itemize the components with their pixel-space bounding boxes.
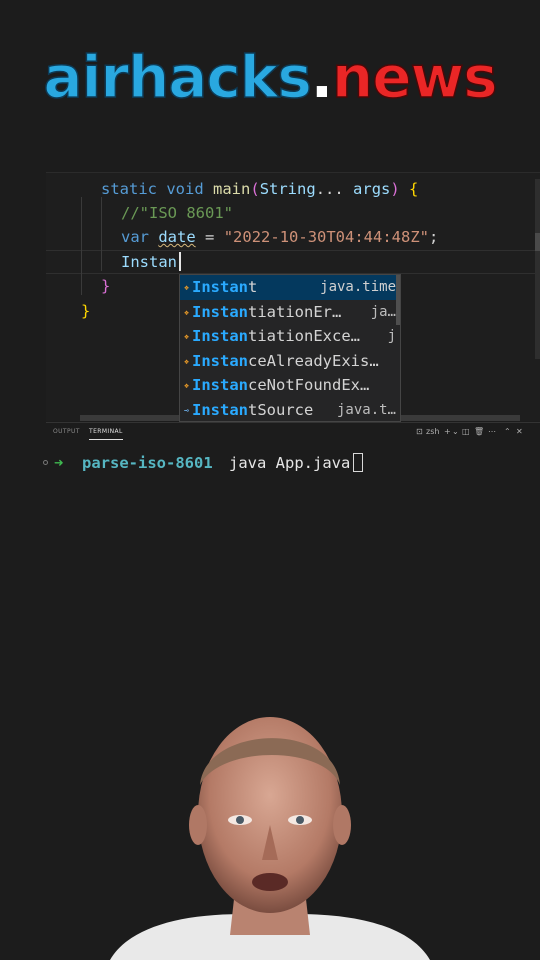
typed-text: Instan bbox=[121, 253, 177, 271]
suggestion-rest: ceNotFoundEx… bbox=[248, 376, 370, 395]
suggestion-label: InstanceNotFoundEx… bbox=[192, 373, 369, 398]
prompt-arrow: ➜ bbox=[54, 454, 64, 472]
suggestion-detail: j bbox=[387, 328, 396, 345]
panel-actions: ⊡ zsh + ⌄ ◫ 🗑 ⋯ ⌃ ✕ bbox=[412, 426, 532, 438]
split-icon[interactable]: ◫ bbox=[462, 426, 470, 438]
match-highlight: Instan bbox=[192, 351, 248, 370]
shell-label[interactable]: zsh bbox=[426, 426, 439, 438]
suggestion-label: InstantiationExce… bbox=[192, 324, 360, 349]
tab-output[interactable]: OUTPUT bbox=[53, 427, 80, 439]
paren-open: ( bbox=[250, 180, 260, 198]
suggestion-item[interactable]: ❖ InstanceAlreadyExis… bbox=[180, 349, 400, 374]
presenter-video bbox=[110, 717, 430, 960]
suggestion-item[interactable]: ❖ InstantiationEr… ja… bbox=[180, 300, 400, 325]
interface-icon: ⊸ bbox=[184, 406, 189, 415]
close-icon[interactable]: ✕ bbox=[516, 426, 523, 438]
class-icon: ❖ bbox=[184, 356, 189, 366]
suggestion-label: InstanceAlreadyExis… bbox=[192, 349, 379, 374]
suggestion-label: Instant bbox=[192, 275, 257, 300]
scrollbar-thumb[interactable] bbox=[535, 233, 540, 251]
suggestion-item[interactable]: ❖ InstantiationExce… j bbox=[180, 324, 400, 349]
type-string: String bbox=[259, 180, 316, 198]
overview-ruler[interactable] bbox=[535, 179, 540, 359]
panel-tab-bar: OUTPUT TERMINAL ⊡ zsh + ⌄ ◫ 🗑 ⋯ ⌃ ✕ bbox=[46, 422, 540, 441]
add-icon[interactable]: + bbox=[444, 426, 451, 438]
prompt-directory: parse-iso-8601 bbox=[82, 454, 213, 472]
code-line-close-method[interactable]: } bbox=[101, 274, 110, 298]
suggestion-detail: java.time bbox=[320, 275, 396, 300]
command-decoration-icon[interactable] bbox=[43, 460, 48, 465]
indent-guide bbox=[101, 197, 102, 271]
keyword-var: var bbox=[121, 228, 149, 246]
suggestion-rest: t bbox=[248, 278, 258, 296]
brace-close: } bbox=[101, 277, 111, 295]
terminal-cursor bbox=[353, 453, 363, 472]
text-cursor bbox=[179, 252, 181, 271]
maximize-icon[interactable]: ⌃ bbox=[504, 426, 511, 438]
brace-close: } bbox=[81, 302, 91, 320]
string-literal: "2022-10-30T04:44:48Z" bbox=[223, 228, 430, 246]
match-highlight: Instan bbox=[192, 376, 248, 395]
suggest-scrollbar[interactable] bbox=[396, 275, 400, 325]
code-line-main[interactable]: static void main(String... args) { bbox=[101, 177, 418, 201]
comment: //"ISO 8601" bbox=[121, 204, 233, 222]
class-icon: ❖ bbox=[184, 307, 189, 317]
brand-news: news bbox=[331, 42, 498, 112]
suggestion-rest: tSource bbox=[248, 401, 314, 419]
param-args: args bbox=[353, 180, 391, 198]
indent-guide bbox=[81, 197, 82, 295]
chevron-down-icon[interactable]: ⌄ bbox=[452, 426, 459, 438]
suggestion-detail: ja… bbox=[370, 303, 396, 320]
semicolon: ; bbox=[429, 228, 439, 246]
suggestion-detail: java.t… bbox=[336, 402, 396, 418]
operator-assign: = bbox=[205, 228, 215, 246]
brand-dot: . bbox=[310, 43, 333, 111]
terminal-command: java App.java bbox=[229, 454, 351, 472]
brace-open: { bbox=[409, 180, 419, 198]
brand-logo: airhacks.news bbox=[0, 40, 540, 114]
match-highlight: Instan bbox=[192, 302, 248, 321]
code-line-typing[interactable]: Instan bbox=[121, 250, 177, 274]
match-highlight: Instan bbox=[192, 278, 248, 296]
method-name: main bbox=[213, 180, 251, 198]
code-line-comment[interactable]: //"ISO 8601" bbox=[121, 201, 233, 225]
paren-close: ) bbox=[390, 180, 400, 198]
brand-airhacks: airhacks bbox=[43, 42, 313, 112]
terminal-icon[interactable]: ⊡ bbox=[416, 426, 423, 438]
suggestion-rest: ceAlreadyExis… bbox=[248, 351, 379, 370]
suggestion-item[interactable]: ❖ InstanceNotFoundEx… bbox=[180, 373, 400, 398]
varargs: ... bbox=[315, 180, 344, 198]
suggestion-item[interactable]: ⊸ InstantSource java.t… bbox=[180, 398, 400, 421]
keyword-void: void bbox=[166, 180, 204, 198]
suggestion-item[interactable]: ❖ Instant java.time bbox=[180, 275, 400, 300]
code-line-close-class[interactable]: } bbox=[81, 299, 90, 323]
code-line-var[interactable]: var date = "2022-10-30T04:44:48Z"; bbox=[121, 225, 438, 249]
keyword-static: static bbox=[101, 180, 157, 198]
suggestion-label: InstantiationEr… bbox=[192, 300, 341, 325]
more-icon[interactable]: ⋯ bbox=[488, 426, 496, 438]
trash-icon[interactable]: 🗑 bbox=[474, 426, 484, 438]
match-highlight: Instan bbox=[192, 401, 248, 419]
suggestion-rest: tiationExce… bbox=[248, 327, 360, 346]
class-icon: ❖ bbox=[184, 381, 189, 391]
suggestion-label: InstantSource bbox=[192, 398, 314, 421]
match-highlight: Instan bbox=[192, 327, 248, 346]
class-icon: ❖ bbox=[184, 283, 189, 292]
suggestion-rest: tiationEr… bbox=[248, 302, 342, 321]
variable-date: date bbox=[158, 228, 196, 246]
autocomplete-suggest-widget[interactable]: ❖ Instant java.time ❖ InstantiationEr… j… bbox=[179, 274, 401, 422]
class-icon: ❖ bbox=[184, 332, 189, 342]
tab-terminal[interactable]: TERMINAL bbox=[89, 427, 123, 440]
